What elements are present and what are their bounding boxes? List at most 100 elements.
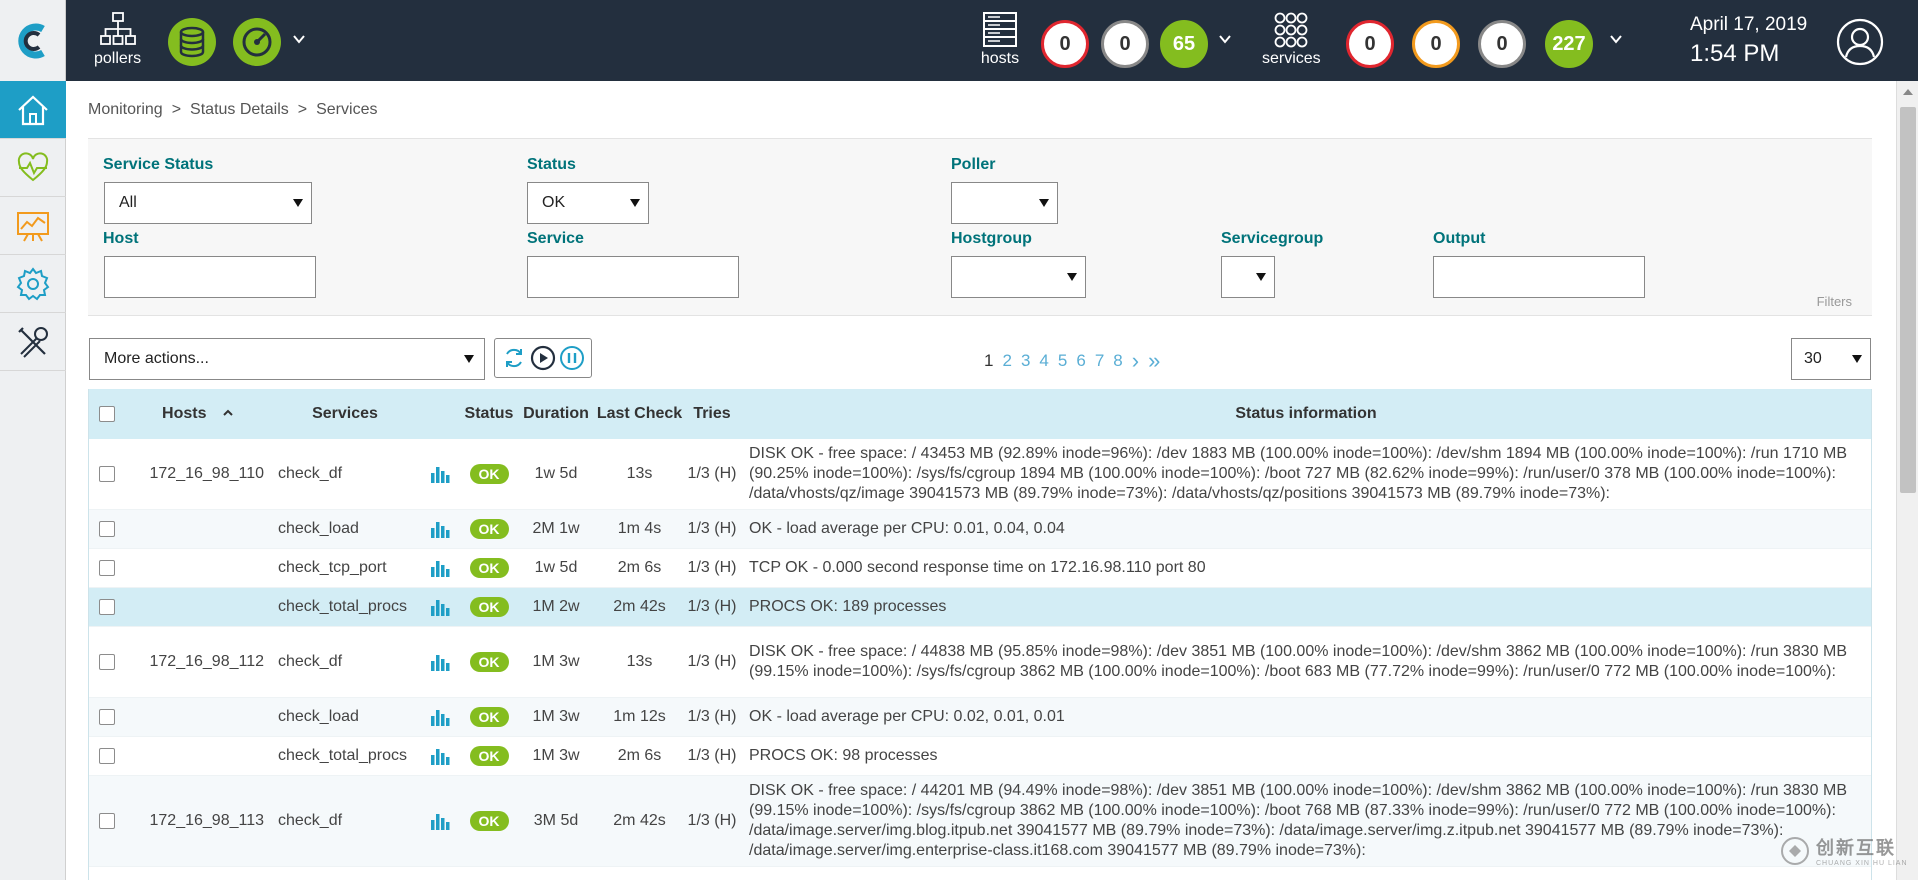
row-checkbox[interactable] <box>99 709 115 725</box>
status-information-column-header[interactable]: Status information <box>739 404 1871 424</box>
nav-reporting[interactable] <box>0 197 66 255</box>
breadcrumb-status-details[interactable]: Status Details <box>190 101 289 118</box>
services-warning-count[interactable]: 0 <box>1412 20 1460 68</box>
hosts-down-count[interactable]: 0 <box>1041 20 1089 68</box>
hosts-column-header[interactable]: Hosts <box>125 405 270 423</box>
poller-select[interactable] <box>951 182 1058 224</box>
last-check-column-header[interactable]: Last Check <box>594 405 685 423</box>
pollers-chevron-down-icon[interactable] <box>292 32 306 46</box>
output-input[interactable] <box>1433 256 1645 298</box>
service-cell[interactable]: check_df <box>270 812 420 830</box>
last-page-icon[interactable]: » <box>1148 348 1160 374</box>
row-checkbox[interactable] <box>99 521 115 537</box>
status-select[interactable]: OK <box>527 182 649 224</box>
service-cell[interactable]: check_total_procs <box>270 598 420 616</box>
performance-graph-icon[interactable] <box>430 812 450 830</box>
table-row[interactable]: check_total_procs OK 1M 3w 2m 6s 1/3 (H) PROC… <box>89 737 1871 776</box>
per-page-select[interactable]: 30 <box>1791 338 1871 380</box>
hosts-up-count[interactable]: 65 <box>1160 20 1208 68</box>
hosts-unreachable-count[interactable]: 0 <box>1101 20 1149 68</box>
service-cell[interactable]: check_df <box>270 465 420 483</box>
performance-graph-icon[interactable] <box>430 465 450 483</box>
table-row[interactable]: check_total_procs OK 1M 2w 2m 42s 1/3 (H) PRO… <box>89 588 1871 627</box>
status-column-header[interactable]: Status <box>460 405 518 423</box>
page-4-link[interactable]: 4 <box>1039 351 1048 371</box>
row-checkbox[interactable] <box>99 654 115 670</box>
services-button[interactable]: services <box>1262 10 1321 68</box>
performance-graph-icon[interactable] <box>430 747 450 765</box>
service-cell[interactable]: check_df <box>270 653 420 671</box>
table-row[interactable]: check_load OK 2M 1w 1m 4s 1/3 (H) OK - load a… <box>89 510 1871 549</box>
services-column-header[interactable]: Services <box>270 405 420 423</box>
user-profile-icon[interactable] <box>1836 18 1884 66</box>
duration-column-header[interactable]: Duration <box>518 405 594 423</box>
service-cell[interactable]: check_total_procs <box>270 747 420 765</box>
nav-administration[interactable] <box>0 313 66 371</box>
table-row[interactable]: check_load OK 1M 3w 1m 12s 1/3 (H) OK - load … <box>89 698 1871 737</box>
host-cell[interactable]: 172_16_98_110 <box>125 465 270 483</box>
hosts-button[interactable]: hosts <box>980 10 1020 68</box>
latency-gauge-icon[interactable] <box>232 17 282 67</box>
filter-panel: Service Status All Status OK Poller Host… <box>88 138 1872 316</box>
services-table: Hosts Services Status Duration Last Chec… <box>88 389 1872 880</box>
servicegroup-select[interactable] <box>1221 256 1275 298</box>
nav-configuration[interactable] <box>0 255 66 313</box>
page-scrollbar[interactable] <box>1896 81 1918 880</box>
play-icon[interactable] <box>530 345 556 371</box>
refresh-icon[interactable] <box>501 345 527 371</box>
table-row[interactable]: 172_16_98_113 check_df OK 3M 5d 2m 42s 1/3 (H… <box>89 776 1871 867</box>
service-status-select[interactable]: All <box>104 182 312 224</box>
row-checkbox[interactable] <box>99 599 115 615</box>
host-cell[interactable]: 172_16_98_112 <box>125 653 270 671</box>
scrollbar-thumb[interactable] <box>1900 107 1916 493</box>
performance-graph-icon[interactable] <box>430 708 450 726</box>
host-cell[interactable]: 172_16_98_113 <box>125 812 270 830</box>
sort-ascending-icon[interactable] <box>223 408 233 418</box>
services-chevron-down-icon[interactable] <box>1609 32 1623 46</box>
service-cell[interactable]: check_load <box>270 520 420 538</box>
select-all-checkbox[interactable] <box>99 406 115 422</box>
pollers-button[interactable]: pollers <box>94 10 141 68</box>
row-checkbox[interactable] <box>99 813 115 829</box>
more-actions-select[interactable]: More actions... <box>89 338 485 380</box>
services-critical-count[interactable]: 0 <box>1346 20 1394 68</box>
page-8-link[interactable]: 8 <box>1113 351 1122 371</box>
tries-column-header[interactable]: Tries <box>685 405 739 423</box>
table-row[interactable]: 172_16_98_112 check_df OK 1M 3w 13s 1/3 (H) DI… <box>89 627 1871 698</box>
row-checkbox[interactable] <box>99 560 115 576</box>
scroll-up-arrow-icon[interactable] <box>1903 89 1913 95</box>
host-input[interactable] <box>104 256 316 298</box>
page-6-link[interactable]: 6 <box>1076 351 1085 371</box>
database-status-icon[interactable] <box>167 17 217 67</box>
page-1-link[interactable]: 1 <box>984 351 993 371</box>
performance-graph-icon[interactable] <box>430 598 450 616</box>
breadcrumb-monitoring[interactable]: Monitoring <box>88 101 163 118</box>
performance-graph-icon[interactable] <box>430 520 450 538</box>
duration-cell: 3M 5d <box>533 812 579 829</box>
performance-graph-icon[interactable] <box>430 653 450 671</box>
service-cell[interactable]: check_load <box>270 708 420 726</box>
hosts-chevron-down-icon[interactable] <box>1218 32 1232 46</box>
performance-graph-icon[interactable] <box>430 559 450 577</box>
row-checkbox[interactable] <box>99 466 115 482</box>
table-row[interactable]: check_tcp_port OK 1w 5d 2m 6s 1/3 (H) TCP OK … <box>89 549 1871 588</box>
row-checkbox[interactable] <box>99 748 115 764</box>
page-7-link[interactable]: 7 <box>1095 351 1104 371</box>
page-2-link[interactable]: 2 <box>1002 351 1011 371</box>
centreon-logo[interactable] <box>0 0 66 81</box>
breadcrumb-services[interactable]: Services <box>316 101 377 118</box>
nav-monitoring[interactable] <box>0 139 66 197</box>
filters-toggle[interactable]: Filters <box>1811 290 1858 313</box>
hostgroup-select[interactable] <box>951 256 1086 298</box>
page-3-link[interactable]: 3 <box>1021 351 1030 371</box>
table-row[interactable]: 172_16_98_110 check_df OK 1w 5d 13s 1/3 (H) DI… <box>89 439 1871 510</box>
services-unknown-count[interactable]: 0 <box>1478 20 1526 68</box>
pause-icon[interactable] <box>559 345 585 371</box>
status-badge: OK <box>469 464 509 484</box>
services-ok-count[interactable]: 227 <box>1545 20 1593 68</box>
nav-home[interactable] <box>0 81 66 139</box>
service-input[interactable] <box>527 256 739 298</box>
service-cell[interactable]: check_tcp_port <box>270 559 420 577</box>
next-page-icon[interactable]: › <box>1132 348 1139 374</box>
page-5-link[interactable]: 5 <box>1058 351 1067 371</box>
